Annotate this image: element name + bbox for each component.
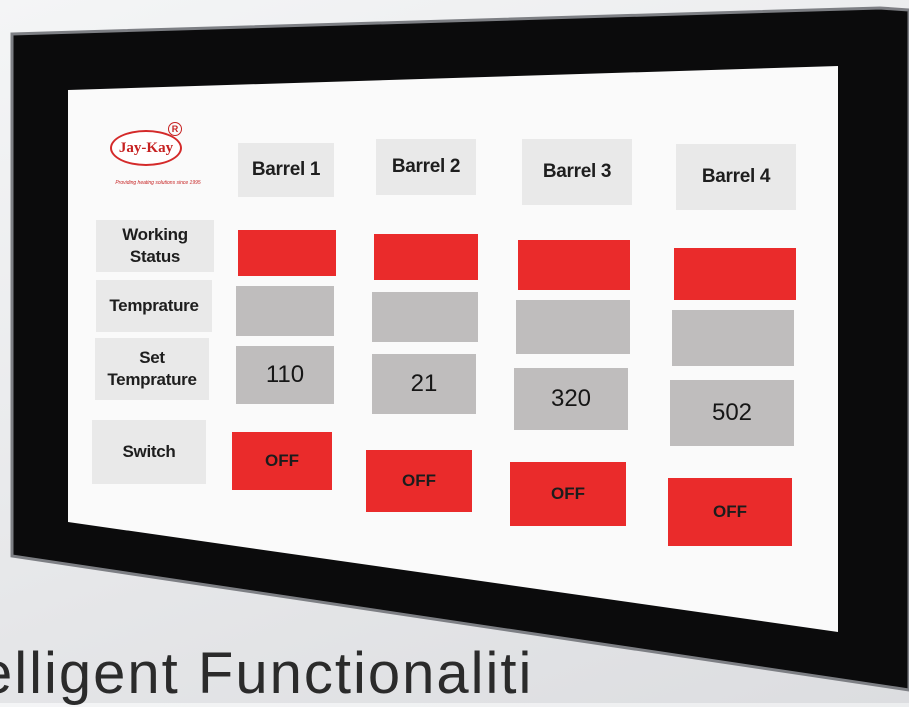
- barrel-3-working-status-indicator: [518, 240, 630, 290]
- barrel-2-working-status-indicator: [374, 234, 478, 280]
- barrel-3-header: Barrel 3: [522, 139, 632, 205]
- temperature-label: Temprature: [96, 280, 212, 332]
- barrel-1-working-status-indicator: [238, 230, 336, 276]
- switch-label: Switch: [92, 420, 206, 484]
- jay-kay-logo: Jay-Kay R Providing heating solutions si…: [92, 118, 224, 208]
- barrel-4-working-status-indicator: [674, 248, 796, 300]
- working-status-label: Working Status: [96, 220, 214, 272]
- hmi-interface: Jay-Kay R Providing heating solutions si…: [0, 0, 909, 703]
- barrel-2-switch-button[interactable]: OFF: [366, 450, 472, 512]
- barrel-3-set-temperature-field[interactable]: 320: [514, 368, 628, 430]
- barrel-1-set-temperature-field[interactable]: 110: [236, 346, 334, 404]
- barrel-1-temperature-readout: [236, 286, 334, 336]
- promo-caption: elligent Functionaliti: [0, 641, 534, 706]
- logo-tagline: Providing heating solutions since 1995: [115, 180, 201, 186]
- barrel-1-switch-button[interactable]: OFF: [232, 432, 332, 490]
- barrel-2-header: Barrel 2: [376, 139, 476, 195]
- barrel-1-header: Barrel 1: [238, 143, 334, 197]
- set-temperature-label: Set Temprature: [95, 338, 209, 400]
- set-temperature-label-line1: Set: [139, 348, 165, 367]
- barrel-4-header: Barrel 4: [676, 144, 796, 210]
- barrel-2-set-temperature-field[interactable]: 21: [372, 354, 476, 414]
- set-temperature-label-line2: Temprature: [107, 370, 197, 389]
- barrel-3-temperature-readout: [516, 300, 630, 354]
- barrel-2-temperature-readout: [372, 292, 478, 342]
- barrel-4-set-temperature-field[interactable]: 502: [670, 380, 794, 446]
- barrel-4-temperature-readout: [672, 310, 794, 366]
- registered-mark-icon: R: [168, 122, 182, 136]
- barrel-4-switch-button[interactable]: OFF: [668, 478, 792, 546]
- barrel-3-switch-button[interactable]: OFF: [510, 462, 626, 526]
